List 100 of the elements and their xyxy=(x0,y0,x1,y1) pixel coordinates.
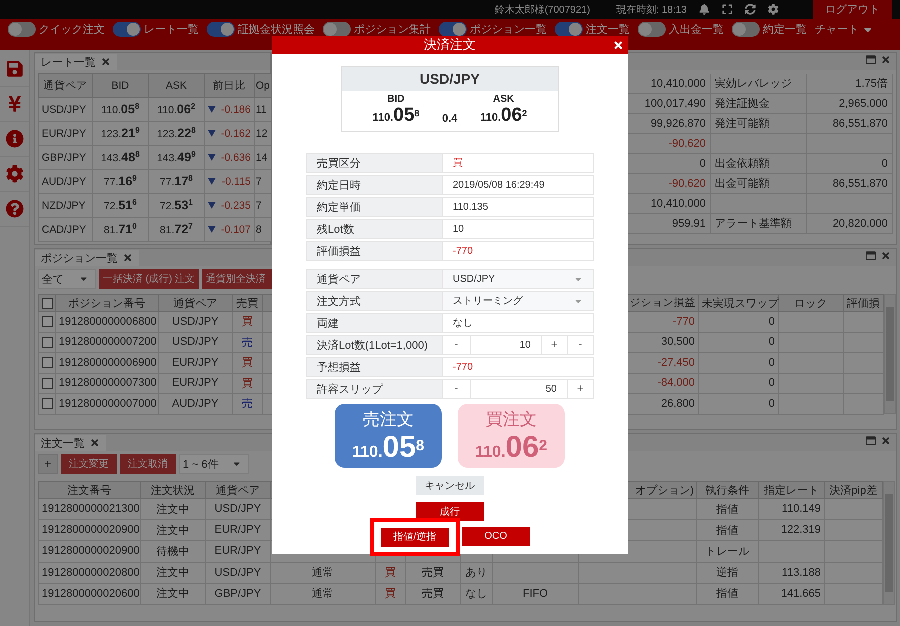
toggle-switch[interactable] xyxy=(638,22,666,37)
action-button[interactable]: 注文取消 xyxy=(120,454,176,474)
column-header: 売買 xyxy=(232,294,262,312)
number-field[interactable]: 10 xyxy=(471,335,542,355)
close-icon[interactable] xyxy=(881,436,891,446)
panel-tab[interactable]: 注文一覧 xyxy=(35,435,106,451)
fullscreen-icon[interactable] xyxy=(722,4,733,15)
toggle-switch[interactable] xyxy=(323,22,351,37)
limit-stop-button[interactable]: 指値/逆指 xyxy=(381,528,449,546)
refresh-icon[interactable] xyxy=(745,4,756,15)
table-cell: 1912800000006900 xyxy=(56,352,158,373)
toggle-switch[interactable] xyxy=(732,22,760,37)
field-label: 売買区分 xyxy=(306,153,443,173)
increment-button[interactable]: + xyxy=(542,335,568,355)
select-field[interactable]: USD/JPY xyxy=(443,269,594,289)
range-select[interactable]: 1 ~ 6件 xyxy=(179,454,249,474)
column-header: ロック xyxy=(778,294,844,312)
action-button[interactable]: 一括決済 (成行) 注文 xyxy=(99,269,200,289)
oco-button[interactable]: OCO xyxy=(462,527,530,546)
table-cell: 0 xyxy=(698,373,778,394)
help-icon[interactable] xyxy=(6,200,24,218)
close-icon[interactable] xyxy=(101,57,111,67)
table-cell: 指値 xyxy=(696,583,758,604)
panel-tab[interactable]: ポジション一覧 xyxy=(35,250,139,266)
table-cell: 売買 xyxy=(406,583,460,604)
toggle-switch[interactable] xyxy=(439,22,467,37)
table-cell: 143.49$^{9}$ xyxy=(148,146,204,170)
toggle-switch[interactable] xyxy=(207,22,235,37)
table-cell: 通常 xyxy=(270,583,376,604)
row-checkbox[interactable] xyxy=(42,378,53,389)
number-field[interactable]: 50 xyxy=(471,379,568,399)
close-icon[interactable] xyxy=(123,253,133,263)
decrement-button[interactable]: - xyxy=(568,335,594,355)
column-header: 通貨ペア xyxy=(158,294,232,312)
table-cell: 出金依頼額 xyxy=(711,154,807,173)
filter-select[interactable]: 全て xyxy=(38,269,96,289)
toggle-switch[interactable] xyxy=(8,22,36,37)
table-cell: -0.115 xyxy=(222,176,251,188)
table-cell: NZD/JPY xyxy=(38,194,92,218)
action-button[interactable]: 注文変更 xyxy=(61,454,117,474)
market-order-button[interactable]: 成行 xyxy=(416,502,484,521)
increment-button[interactable]: + xyxy=(568,379,594,399)
table-cell: 81.71$^{0}$ xyxy=(92,218,148,242)
row-checkbox[interactable] xyxy=(42,357,53,368)
table-cell: 注文中 xyxy=(140,498,206,520)
table-cell: 1912800000007300 xyxy=(56,373,158,394)
scrollbar[interactable] xyxy=(883,481,895,605)
row-checkbox[interactable] xyxy=(42,398,53,410)
table-cell: 123.22$^{8}$ xyxy=(148,122,204,146)
field-label: 決済Lot数(1Lot=1,000) xyxy=(306,335,443,355)
close-icon[interactable] xyxy=(881,251,891,261)
table-cell: 0 xyxy=(698,352,778,373)
table-cell: 指値 xyxy=(696,520,758,541)
save-icon[interactable] xyxy=(6,60,24,78)
maximize-icon[interactable] xyxy=(866,251,876,261)
bid-price: 110.05$^{8}$ xyxy=(372,105,420,127)
sell-order-button[interactable]: 売注文 110.05$^{8}$ xyxy=(335,404,442,468)
table-cell: 1912800000006800 xyxy=(56,312,158,332)
close-icon[interactable] xyxy=(612,40,624,50)
info-icon[interactable] xyxy=(6,130,24,148)
settings-icon[interactable] xyxy=(6,165,24,183)
bell-icon[interactable] xyxy=(699,4,710,15)
scrollbar[interactable] xyxy=(884,294,896,414)
toggle-switch[interactable] xyxy=(113,22,141,37)
table-cell: 買 xyxy=(232,352,262,373)
table-cell: -0.162 xyxy=(221,128,251,140)
table-cell: 1912800000020800 xyxy=(38,562,140,584)
chart-menu[interactable]: チャート xyxy=(815,22,874,37)
field-label: 約定単価 xyxy=(306,197,443,217)
settings-icon[interactable] xyxy=(768,4,779,15)
table-cell: FIFO xyxy=(492,583,578,604)
add-button[interactable]: + xyxy=(38,454,58,474)
row-checkbox[interactable] xyxy=(42,316,53,328)
table-cell: -0.186 xyxy=(221,104,251,116)
field-value: -770 xyxy=(443,357,594,377)
ask-price: 110.06$^{2}$ xyxy=(480,105,528,127)
decrement-button[interactable]: - xyxy=(443,335,471,355)
toggle-switch[interactable] xyxy=(555,22,583,37)
table-cell: 1912800000021300 xyxy=(38,498,140,520)
panel-tab[interactable]: レート一覧 xyxy=(35,54,117,70)
table-cell: 86,551,870 xyxy=(807,174,893,193)
column-header: 通貨ペア xyxy=(38,74,92,98)
close-icon[interactable] xyxy=(90,438,100,448)
maximize-icon[interactable] xyxy=(866,436,876,446)
field-value: 2019/05/08 16:29:49 xyxy=(443,175,594,195)
cancel-button[interactable]: キャンセル xyxy=(416,476,484,495)
table-cell: 逆指 xyxy=(696,562,758,584)
select-field[interactable]: ストリーミング xyxy=(443,291,594,311)
field-label: 予想損益 xyxy=(306,357,443,377)
close-icon[interactable] xyxy=(881,55,891,65)
table-cell: 143.48$^{8}$ xyxy=(92,146,148,170)
select-all-checkbox[interactable] xyxy=(42,298,53,308)
field-value: 10 xyxy=(443,219,594,239)
logout-button[interactable]: ログアウト xyxy=(813,0,892,19)
maximize-icon[interactable] xyxy=(866,55,876,65)
row-checkbox[interactable] xyxy=(42,336,53,348)
decrement-button[interactable]: - xyxy=(443,379,471,399)
column-header: 注文状況 xyxy=(140,482,206,498)
table-cell: 通常 xyxy=(270,562,376,584)
column-header: 前日比 xyxy=(204,74,254,98)
